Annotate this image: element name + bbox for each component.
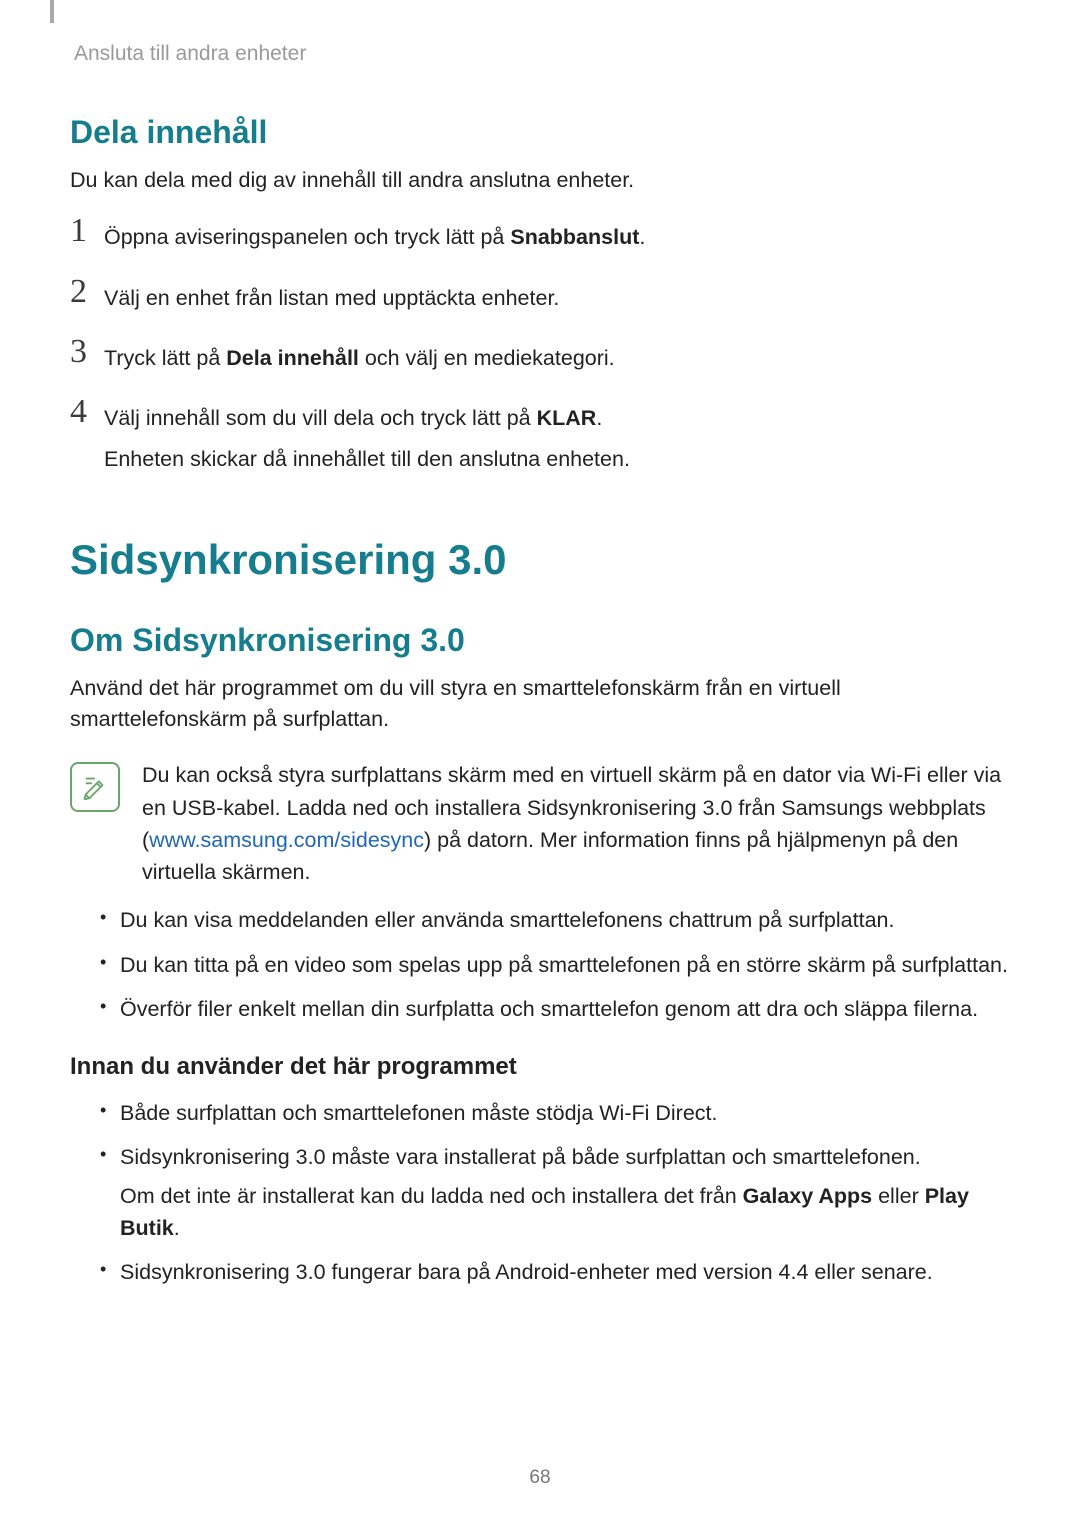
- sidesync-link[interactable]: www.samsung.com/sidesync: [149, 828, 424, 852]
- step-4: 4 Välj innehåll som du vill dela och try…: [70, 401, 1010, 476]
- note-icon: [70, 762, 120, 812]
- step-number: 3: [70, 335, 104, 369]
- step-2: 2 Välj en enhet från listan med upptäckt…: [70, 281, 1010, 315]
- section1-intro: Du kan dela med dig av innehåll till and…: [70, 165, 1010, 196]
- list-item: Både surfplattan och smarttelefonen måst…: [100, 1097, 1010, 1129]
- steps-list: 1 Öppna aviseringspanelen och tryck lätt…: [70, 220, 1010, 476]
- subsection-om-intro: Använd det här programmet om du vill sty…: [70, 673, 1010, 735]
- step-3: 3 Tryck lätt på Dela innehåll och välj e…: [70, 341, 1010, 375]
- page-number: 68: [0, 1467, 1080, 1489]
- step-text: Välj en enhet från listan med upptäckta …: [104, 281, 559, 315]
- step-1: 1 Öppna aviseringspanelen och tryck lätt…: [70, 220, 1010, 254]
- step-text: Tryck lätt på Dela innehåll och välj en …: [104, 341, 615, 375]
- info-note: Du kan också styra surfplattans skärm me…: [70, 759, 1010, 888]
- subsection-innan-title: Innan du använder det här programmet: [70, 1053, 1010, 1081]
- step-number: 1: [70, 214, 104, 248]
- step-text: Öppna aviseringspanelen och tryck lätt p…: [104, 220, 645, 254]
- list-item-sub: Om det inte är installerat kan du ladda …: [120, 1180, 1010, 1245]
- requirement-bullets: Både surfplattan och smarttelefonen måst…: [70, 1097, 1010, 1288]
- feature-bullets: Du kan visa meddelanden eller använda sm…: [70, 904, 1010, 1025]
- page-tab-mark: [50, 0, 54, 23]
- list-item: Du kan visa meddelanden eller använda sm…: [100, 904, 1010, 936]
- note-text: Du kan också styra surfplattans skärm me…: [142, 759, 1010, 888]
- header-breadcrumb: Ansluta till andra enheter: [74, 42, 1010, 66]
- list-item: Överför filer enkelt mellan din surfplat…: [100, 993, 1010, 1025]
- step-number: 2: [70, 275, 104, 309]
- section-sidsynk-title: Sidsynkronisering 3.0: [70, 536, 1010, 584]
- list-item: Sidsynkronisering 3.0 fungerar bara på A…: [100, 1256, 1010, 1288]
- step-text: Välj innehåll som du vill dela och tryck…: [104, 401, 630, 476]
- list-item: Du kan titta på en video som spelas upp …: [100, 949, 1010, 981]
- list-item: Sidsynkronisering 3.0 måste vara install…: [100, 1141, 1010, 1244]
- step-subtext: Enheten skickar då innehållet till den a…: [104, 442, 630, 476]
- pencil-note-icon: [80, 772, 110, 802]
- step-number: 4: [70, 395, 104, 429]
- section-dela-innehall-title: Dela innehåll: [70, 114, 1010, 151]
- subsection-om-title: Om Sidsynkronisering 3.0: [70, 622, 1010, 659]
